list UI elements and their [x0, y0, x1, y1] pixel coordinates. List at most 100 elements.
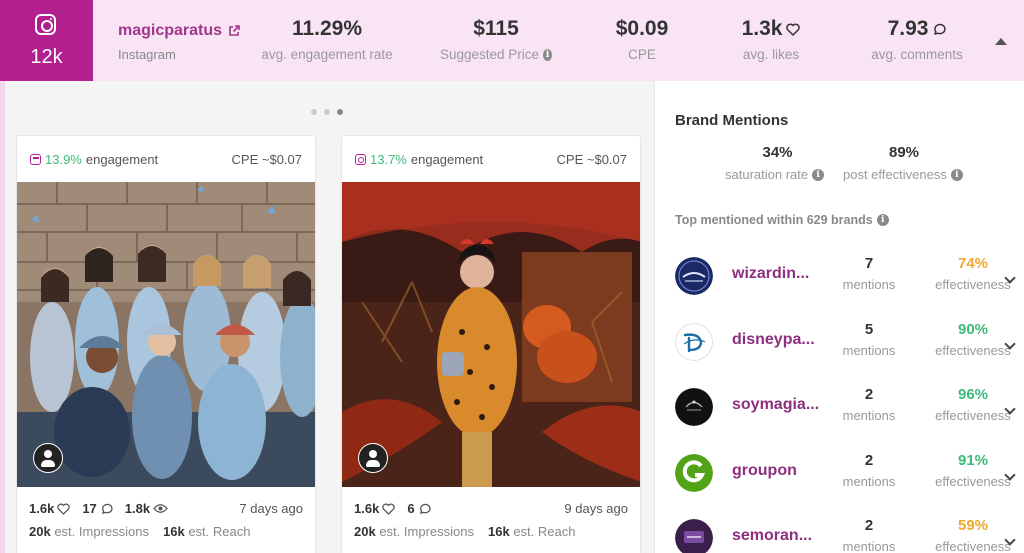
recent-posts-panel: 13.9% engagement CPE ~$0.07 1.6k 17 1.8k… [5, 81, 654, 553]
brand-row[interactable]: disneypa... 5 mentions 90% effectiveness [675, 319, 1021, 375]
eye-icon [153, 504, 168, 513]
post-image[interactable] [342, 182, 640, 487]
info-icon[interactable]: i [950, 168, 963, 181]
stat-value-text: 1.3k [741, 17, 783, 40]
post-age: 9 days ago [564, 501, 628, 516]
post-card-footer: 1.6k 17 1.8k 7 days ago 20k est. Impress… [17, 487, 315, 539]
effectiveness-label: effectiveness [935, 539, 1011, 553]
semoran-logo [675, 519, 713, 553]
handle-block: magicparatus Instagram [118, 22, 240, 62]
saturation-value: 34% [762, 144, 793, 161]
author-avatar-icon[interactable] [358, 443, 388, 473]
carousel-dots [311, 109, 343, 115]
stat-label-text: Suggested Price [440, 47, 540, 62]
group-photo [17, 182, 315, 487]
effectiveness-value: 91% [957, 452, 989, 469]
effectiveness-label: effectiveness [935, 408, 1011, 423]
views-count: 1.8k [124, 501, 151, 516]
mentions-count: 2 [864, 452, 874, 469]
mentions-count: 5 [864, 321, 874, 338]
external-link-icon [229, 25, 240, 36]
brand-name[interactable]: disneypa... [732, 331, 815, 349]
comment-icon [101, 503, 113, 514]
engagement: 13.7% engagement [355, 152, 483, 167]
brand-name[interactable]: semoran... [732, 527, 812, 545]
comment-icon [934, 23, 947, 35]
stat-value: 7.93 [866, 17, 968, 41]
brand-name[interactable]: wizardin... [732, 265, 809, 283]
brand-mentions-panel: Brand Mentions 34% saturation rate i 89%… [654, 81, 1024, 553]
carousel-dot-active[interactable] [337, 109, 343, 115]
reach-label: est. Reach [188, 524, 251, 539]
post-image[interactable] [17, 182, 315, 487]
brand-row[interactable]: wizardin... 7 mentions 74% effectiveness [675, 253, 1021, 309]
impressions-label: est. Impressions [54, 524, 149, 539]
brand-effectiveness: 91% effectiveness [929, 452, 1017, 489]
halloween-photo [342, 182, 640, 487]
brand-row[interactable]: soymagia... 2 mentions 96% effectiveness [675, 384, 1021, 440]
brand-row[interactable]: semoran... 2 mentions 59% effectiveness [675, 515, 1021, 553]
profile-header: 12k magicparatus Instagram 11.29% avg. e… [0, 0, 1024, 81]
mentions-count: 7 [864, 255, 874, 272]
comments-count: 17 [82, 501, 97, 516]
effectiveness-stat: 89% post effectiveness i [843, 144, 965, 182]
mentions-count: 2 [864, 386, 874, 403]
likes-metric: 1.6k [354, 501, 395, 516]
info-icon[interactable]: i [543, 48, 552, 61]
heart-icon [57, 503, 70, 515]
stat-label: avg. engagement rate [261, 47, 393, 62]
wizarding-world-logo [675, 257, 713, 295]
impressions: 20k est. Impressions [354, 524, 474, 539]
likes-metric: 1.6k [29, 501, 70, 516]
brand-name[interactable]: soymagia... [732, 396, 819, 414]
effectiveness-label: effectiveness [935, 474, 1011, 489]
brand-mentions: 7 mentions [837, 255, 901, 292]
effectiveness-label: effectiveness [935, 343, 1011, 358]
handle-text: magicparatus [118, 22, 223, 39]
post-card[interactable]: 13.7% engagement CPE ~$0.07 1.6k 6 9 day… [341, 135, 641, 553]
saturation-stat: 34% saturation rate i [725, 144, 830, 182]
impressions-value: 20k [29, 524, 51, 539]
comment-icon [419, 503, 431, 514]
brand-mentions: 2 mentions [837, 452, 901, 489]
engagement-value: 13.7% [370, 151, 407, 167]
brand-mentions: 5 mentions [837, 321, 901, 358]
mentions-label: mentions [842, 343, 896, 358]
handle-link[interactable]: magicparatus [118, 22, 240, 40]
mentions-label: mentions [842, 474, 896, 489]
post-card-header: 13.9% engagement CPE ~$0.07 [17, 136, 315, 182]
brand-mentions: 2 mentions [837, 517, 901, 553]
likes-count: 1.6k [354, 501, 380, 516]
mentions-label: mentions [842, 408, 896, 423]
engagement: 13.9% engagement [30, 152, 158, 167]
effectiveness-value: 59% [957, 517, 989, 534]
info-icon[interactable]: i [876, 214, 889, 226]
stat-cpe: $0.09 CPE [602, 17, 682, 62]
stat-suggested-price: $115 Suggested Price i [440, 17, 552, 62]
info-icon[interactable]: i [812, 168, 825, 181]
saturation-label-text: saturation rate [725, 167, 809, 182]
views-metric: 1.8k [125, 501, 168, 516]
reach-label: est. Reach [513, 524, 576, 539]
carousel-dot[interactable] [324, 109, 330, 115]
reach-value: 16k [162, 524, 185, 539]
reach-value: 16k [487, 524, 510, 539]
brand-row[interactable]: groupon 2 mentions 91% effectiveness [675, 450, 1021, 506]
stat-engagement: 11.29% avg. engagement rate [261, 17, 393, 62]
brand-name[interactable]: groupon [732, 462, 797, 480]
instagram-post-icon [355, 153, 366, 165]
heart-icon [786, 23, 801, 36]
collapse-button[interactable] [995, 38, 1007, 45]
effectiveness-value: 89% [888, 144, 920, 161]
brand-effectiveness: 96% effectiveness [929, 386, 1017, 423]
carousel-dot[interactable] [311, 109, 317, 115]
stat-avg-likes: 1.3k avg. likes [730, 17, 812, 62]
stat-label: avg. likes [742, 47, 800, 62]
post-card[interactable]: 13.9% engagement CPE ~$0.07 1.6k 17 1.8k… [16, 135, 316, 553]
likes-count: 1.6k [29, 501, 55, 516]
post-cpe: CPE ~$0.07 [231, 151, 302, 167]
follower-count: 12k [30, 46, 63, 68]
instagram-tile: 12k [0, 0, 93, 81]
author-avatar-icon[interactable] [33, 443, 63, 473]
panel-title: Brand Mentions [675, 112, 789, 129]
